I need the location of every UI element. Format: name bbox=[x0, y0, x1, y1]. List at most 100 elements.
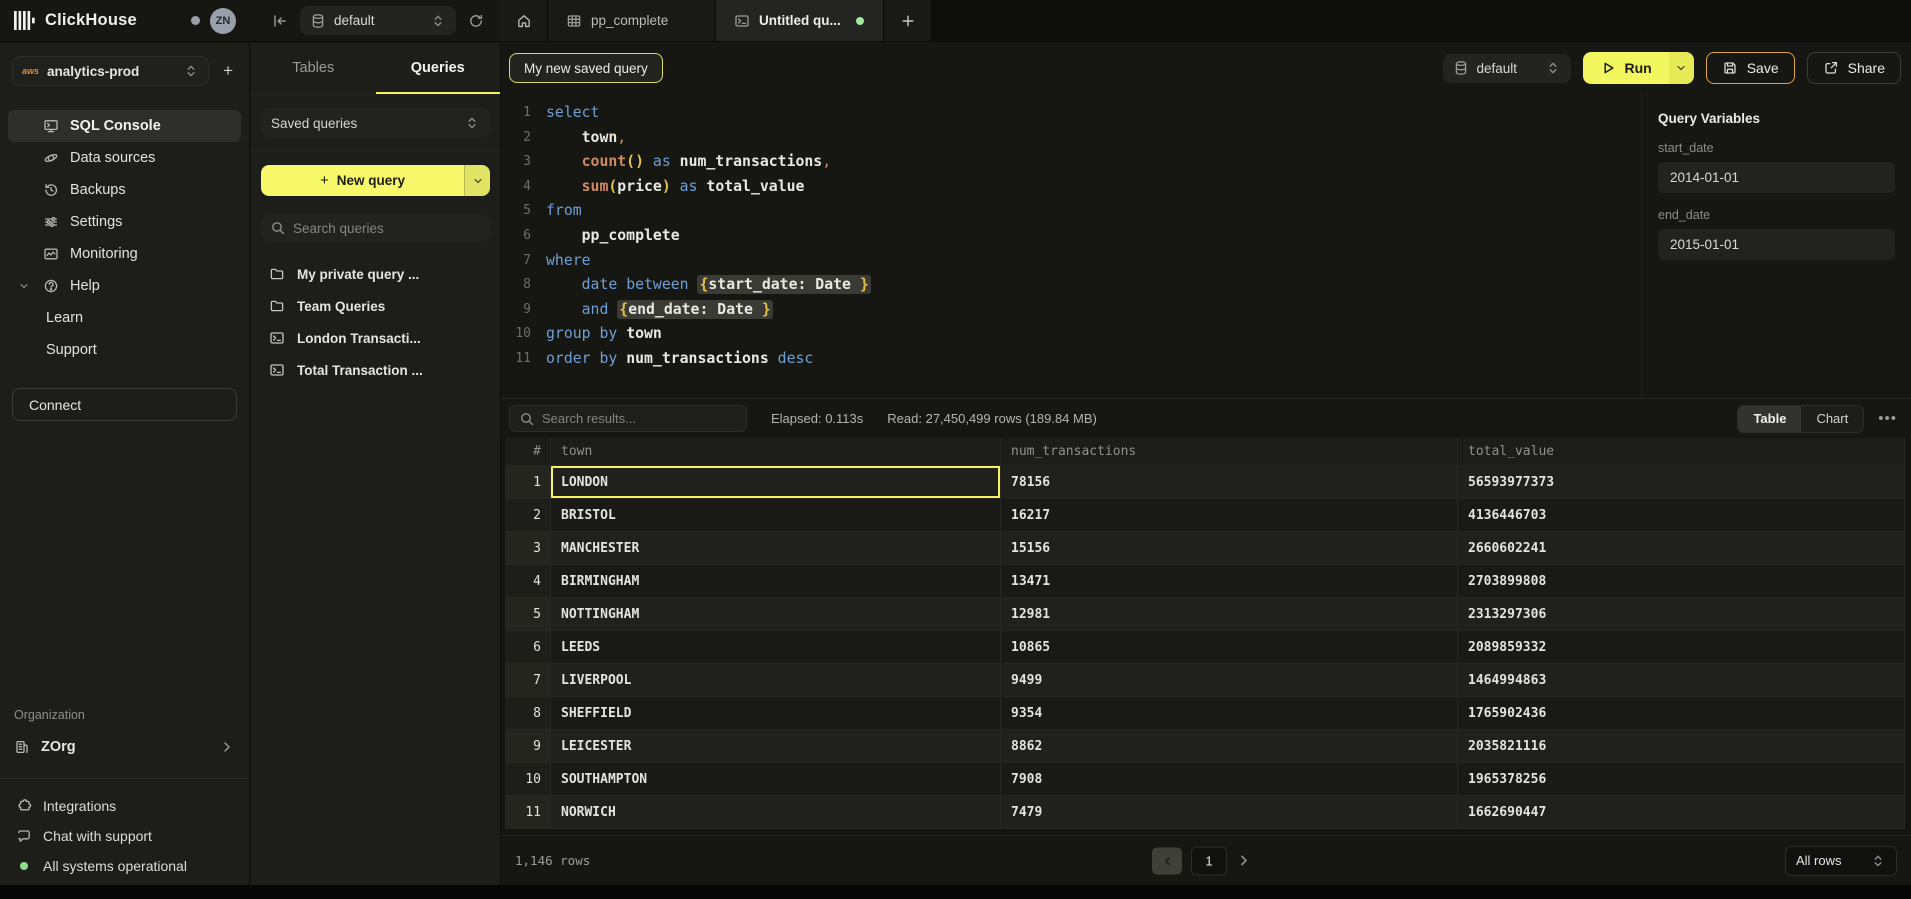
home-tab[interactable] bbox=[500, 0, 548, 41]
sidebar-subitem-support[interactable]: Support bbox=[0, 334, 249, 366]
tab-queries[interactable]: Queries bbox=[376, 43, 501, 94]
cell-town[interactable]: BIRMINGHAM bbox=[551, 565, 1001, 598]
column-header-total_value[interactable]: total_value bbox=[1458, 438, 1905, 466]
line-number: 4 bbox=[501, 175, 531, 200]
editor-line: 8date between {start_date: Date } bbox=[501, 273, 1641, 298]
column-header-index[interactable]: # bbox=[505, 438, 551, 466]
page-size-selector[interactable]: All rows bbox=[1785, 846, 1897, 876]
cell-town[interactable]: LONDON bbox=[551, 466, 1001, 499]
cell-num_transactions[interactable]: 9499 bbox=[1001, 664, 1458, 697]
sidebar-item-data-sources[interactable]: Data sources bbox=[8, 142, 241, 174]
view-toggle-table[interactable]: Table bbox=[1738, 406, 1801, 432]
cell-total_value[interactable]: 2703899808 bbox=[1458, 565, 1905, 598]
saved-queries-filter-value: Saved queries bbox=[271, 116, 357, 131]
cell-num_transactions[interactable]: 16217 bbox=[1001, 499, 1458, 532]
cell-num_transactions[interactable]: 7479 bbox=[1001, 796, 1458, 829]
cell-num_transactions[interactable]: 9354 bbox=[1001, 697, 1458, 730]
cell-num_transactions[interactable]: 7908 bbox=[1001, 763, 1458, 796]
variable-input-end_date[interactable] bbox=[1658, 229, 1895, 260]
sidebar-footer-all-systems-operational[interactable]: All systems operational bbox=[0, 851, 249, 881]
cell-town[interactable]: NORWICH bbox=[551, 796, 1001, 829]
cell-num_transactions[interactable]: 15156 bbox=[1001, 532, 1458, 565]
chevron-updown-icon bbox=[183, 63, 199, 79]
variable-input-start_date[interactable] bbox=[1658, 162, 1895, 193]
run-button[interactable]: Run bbox=[1583, 52, 1694, 84]
cell-total_value[interactable]: 1464994863 bbox=[1458, 664, 1905, 697]
cell-total_value[interactable]: 1965378256 bbox=[1458, 763, 1905, 796]
cell-total_value[interactable]: 2313297306 bbox=[1458, 598, 1905, 631]
collapse-sidebar-icon[interactable] bbox=[272, 13, 288, 29]
connect-button[interactable]: Connect bbox=[12, 388, 237, 421]
editor-tab-pp-complete[interactable]: pp_complete bbox=[548, 0, 716, 41]
share-button[interactable]: Share bbox=[1807, 52, 1901, 84]
saved-query-item[interactable]: Team Queries bbox=[251, 290, 500, 322]
cell-town[interactable]: MANCHESTER bbox=[551, 532, 1001, 565]
cell-num_transactions[interactable]: 10865 bbox=[1001, 631, 1458, 664]
help-icon bbox=[43, 278, 59, 294]
chevron-right-icon bbox=[219, 739, 235, 755]
refresh-icon[interactable] bbox=[468, 13, 484, 29]
workspace-selector[interactable]: aws analytics-prod bbox=[12, 56, 209, 86]
cell-town[interactable]: LEICESTER bbox=[551, 730, 1001, 763]
cell-town[interactable]: LEEDS bbox=[551, 631, 1001, 664]
cell-total_value[interactable]: 2035821116 bbox=[1458, 730, 1905, 763]
cell-town[interactable]: BRISTOL bbox=[551, 499, 1001, 532]
saved-query-item[interactable]: London Transacti... bbox=[251, 322, 500, 354]
current-page[interactable]: 1 bbox=[1191, 846, 1227, 875]
column-header-town[interactable]: town bbox=[551, 438, 1001, 466]
column-header-num_transactions[interactable]: num_transactions bbox=[1001, 438, 1458, 466]
editor-tab-untitled-qu-[interactable]: Untitled qu... bbox=[716, 0, 884, 41]
cell-num_transactions[interactable]: 8862 bbox=[1001, 730, 1458, 763]
next-page-button[interactable] bbox=[1236, 853, 1252, 869]
variable-label-end_date: end_date bbox=[1658, 208, 1895, 222]
new-query-dropdown[interactable] bbox=[464, 165, 490, 196]
saved-queries-filter[interactable]: Saved queries bbox=[261, 108, 490, 138]
add-service-button[interactable]: + bbox=[219, 61, 237, 81]
tab-tables[interactable]: Tables bbox=[251, 43, 376, 94]
sql-editor[interactable]: 1select2town,3count() as num_transaction… bbox=[501, 93, 1641, 398]
sidebar-item-backups[interactable]: Backups bbox=[8, 174, 241, 206]
sidebar-item-help[interactable]: Help bbox=[8, 270, 241, 302]
prev-page-button[interactable] bbox=[1152, 847, 1182, 874]
aws-logo-icon: aws bbox=[22, 66, 39, 76]
sidebar-footer-integrations[interactable]: Integrations bbox=[0, 791, 249, 821]
cell-num_transactions[interactable]: 12981 bbox=[1001, 598, 1458, 631]
cell-town[interactable]: LIVERPOOL bbox=[551, 664, 1001, 697]
view-toggle-chart[interactable]: Chart bbox=[1801, 406, 1863, 432]
save-button[interactable]: Save bbox=[1706, 52, 1795, 84]
code-tokens: select bbox=[546, 101, 599, 126]
cell-town[interactable]: NOTTINGHAM bbox=[551, 598, 1001, 631]
editor-line: 2town, bbox=[501, 126, 1641, 151]
cell-total_value[interactable]: 2089859332 bbox=[1458, 631, 1905, 664]
more-options-icon[interactable]: ••• bbox=[1874, 410, 1901, 427]
cell-total_value[interactable]: 1662690447 bbox=[1458, 796, 1905, 829]
sidebar-item-settings[interactable]: Settings bbox=[8, 206, 241, 238]
search-results-input[interactable] bbox=[542, 411, 737, 426]
cell-total_value[interactable]: 56593977373 bbox=[1458, 466, 1905, 499]
avatar[interactable]: ZN bbox=[210, 8, 236, 34]
run-options-dropdown[interactable] bbox=[1669, 52, 1694, 84]
topbar-database-selector[interactable]: default bbox=[300, 6, 456, 35]
organization-item[interactable]: ZOrg bbox=[0, 730, 249, 764]
sidebar-footer-chat-with-support[interactable]: Chat with support bbox=[0, 821, 249, 851]
cell-total_value[interactable]: 2660602241 bbox=[1458, 532, 1905, 565]
new-query-button[interactable]: + New query bbox=[261, 165, 490, 196]
help-sub-items: LearnSupport bbox=[0, 302, 249, 366]
cell-total_value[interactable]: 4136446703 bbox=[1458, 499, 1905, 532]
cell-num_transactions[interactable]: 13471 bbox=[1001, 565, 1458, 598]
cell-town[interactable]: SHEFFIELD bbox=[551, 697, 1001, 730]
new-tab-button[interactable] bbox=[884, 0, 932, 41]
sidebar-item-sql-console[interactable]: SQL Console bbox=[8, 110, 241, 142]
cell-town[interactable]: SOUTHAMPTON bbox=[551, 763, 1001, 796]
sidebar-item-monitoring[interactable]: Monitoring bbox=[8, 238, 241, 270]
saved-query-item[interactable]: My private query ... bbox=[251, 258, 500, 290]
run-database-selector[interactable]: default bbox=[1443, 54, 1571, 83]
saved-query-item[interactable]: Total Transaction ... bbox=[251, 354, 500, 386]
organization-name: ZOrg bbox=[41, 739, 76, 755]
search-queries-input[interactable] bbox=[293, 221, 481, 236]
sidebar-subitem-learn[interactable]: Learn bbox=[0, 302, 249, 334]
cell-num_transactions[interactable]: 78156 bbox=[1001, 466, 1458, 499]
sidebar-nav: SQL ConsoleData sourcesBackupsSettingsMo… bbox=[0, 110, 249, 302]
query-name-button[interactable]: My new saved query bbox=[509, 53, 663, 83]
cell-total_value[interactable]: 1765902436 bbox=[1458, 697, 1905, 730]
